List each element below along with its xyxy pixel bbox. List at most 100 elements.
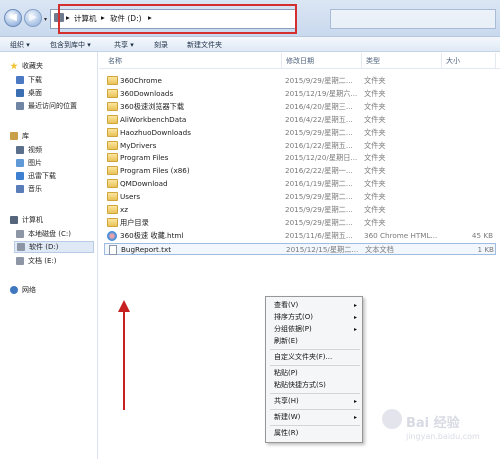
- file-name: 360Downloads: [120, 88, 174, 98]
- column-header-name[interactable]: 名称: [104, 53, 282, 69]
- desktop-icon: [16, 89, 24, 97]
- sidebar-item-favorites[interactable]: 收藏夹: [10, 60, 43, 72]
- folder-icon: [107, 217, 118, 227]
- menu-item-sort-by[interactable]: 排序方式(O) ▸: [267, 312, 361, 323]
- menu-item-label: 分组依据(P): [274, 325, 312, 333]
- menu-item-share-with[interactable]: 共享(H) ▸: [267, 396, 361, 407]
- submenu-arrow-icon: ▸: [353, 326, 357, 333]
- sidebar-item-downloads[interactable]: 下载: [16, 74, 42, 86]
- share-button[interactable]: 共享 ▾: [114, 40, 134, 50]
- column-header-type[interactable]: 类型: [362, 53, 442, 69]
- sidebar-item-drive-c[interactable]: 本地磁盘 (C:): [16, 228, 71, 240]
- sidebar-item-pictures[interactable]: 图片: [16, 157, 42, 169]
- sidebar-item-computer[interactable]: 计算机: [10, 214, 43, 226]
- folder-icon: [107, 76, 118, 85]
- new-folder-button[interactable]: 新建文件夹: [187, 40, 222, 50]
- table-row[interactable]: 360极速浏览器下载 2016/4/20/星期三... 文件夹: [104, 101, 496, 114]
- file-date: 2016/4/20/星期三...: [285, 101, 353, 111]
- file-name: MyDrivers: [120, 140, 157, 150]
- file-type: 文件夹: [364, 88, 386, 98]
- file-date: 2015/9/29/星期二...: [285, 127, 353, 137]
- table-row[interactable]: 360极速 收藏.html 2015/11/6/星期五... 360 Chrome …: [104, 230, 496, 243]
- table-row[interactable]: 360Chrome 2015/9/29/星期二... 文件夹: [104, 75, 496, 88]
- file-name: 用户目录: [120, 217, 149, 227]
- folder-icon: [107, 179, 118, 189]
- folder-icon: [107, 101, 118, 111]
- recent-places-icon: [16, 102, 24, 110]
- organize-button[interactable]: 组织 ▾: [10, 40, 30, 50]
- file-size: 45 KB: [471, 230, 493, 240]
- folder-icon: [107, 192, 118, 202]
- command-toolbar: 组织 ▾ 包含到库中 ▾ 共享 ▾ 刻录 新建文件夹: [0, 37, 500, 52]
- file-name: 360Chrome: [120, 76, 162, 85]
- back-arrow-icon[interactable]: ◀: [4, 9, 22, 27]
- submenu-arrow-icon: ▸: [353, 314, 357, 321]
- table-row[interactable]: 用户目录 2015/9/29/星期二... 文件夹: [104, 217, 496, 230]
- table-row[interactable]: AliWorkbenchData 2016/4/22/星期五... 文件夹: [104, 114, 496, 127]
- table-row[interactable]: Program Files 2015/12/20/星期日... 文件夹: [104, 152, 496, 165]
- drive-icon: [16, 257, 24, 265]
- forward-arrow-icon[interactable]: ▶: [24, 9, 42, 27]
- sidebar-item-music[interactable]: 音乐: [16, 183, 42, 195]
- picture-icon: [16, 159, 24, 167]
- table-row[interactable]: HaozhuoDownloads 2015/9/29/星期二... 文件夹: [104, 127, 496, 140]
- computer-icon: [10, 216, 18, 224]
- file-name: 360极速浏览器下载: [120, 101, 185, 111]
- menu-item-view[interactable]: 查看(V) ▸: [267, 300, 361, 311]
- file-date: 2015/12/19/星期六...: [285, 88, 358, 98]
- history-dropdown-icon[interactable]: ▾: [44, 16, 47, 23]
- column-header-size[interactable]: 大小: [442, 53, 496, 69]
- table-row[interactable]: BugReport.txt 2015/12/15/星期二... 文本文档 1 KB: [104, 242, 496, 256]
- menu-item-label: 排序方式(O): [274, 313, 313, 321]
- menu-item-label: 新建(W): [274, 413, 301, 421]
- sidebar-item-recent[interactable]: 最近访问的位置: [16, 100, 77, 112]
- sidebar-item-libraries[interactable]: 库: [10, 130, 29, 142]
- file-date: 2015/9/29/星期二...: [285, 76, 353, 85]
- sidebar-item-thunder[interactable]: 迅雷下载: [16, 170, 56, 182]
- table-row[interactable]: Program Files (x86) 2016/2/22/星期一... 文件夹: [104, 165, 496, 178]
- sidebar-item-drive-d[interactable]: 软件 (D:): [14, 241, 94, 253]
- search-input[interactable]: [330, 9, 496, 29]
- menu-item-refresh[interactable]: 刷新(E): [267, 336, 361, 347]
- menu-item-paste-shortcut[interactable]: 粘贴快捷方式(S): [267, 380, 361, 391]
- menu-item-properties[interactable]: 属性(R): [267, 428, 361, 439]
- library-icon: [10, 132, 18, 140]
- menu-item-paste[interactable]: 粘贴(P): [267, 368, 361, 379]
- folder-icon: [107, 205, 118, 214]
- column-header-date[interactable]: 修改日期: [282, 53, 362, 69]
- burn-button[interactable]: 刻录: [154, 40, 168, 50]
- file-name: Users: [120, 192, 141, 202]
- folder-icon: [107, 127, 118, 137]
- file-type: 文件夹: [364, 205, 386, 214]
- table-row[interactable]: QMDownload 2016/1/19/星期二... 文件夹: [104, 178, 496, 191]
- folder-icon: [107, 153, 118, 163]
- thunder-download-icon: [16, 172, 24, 180]
- table-row[interactable]: xz 2015/9/29/星期二... 文件夹: [104, 204, 496, 217]
- sidebar-item-label: 最近访问的位置: [28, 102, 77, 110]
- arrow-shaft: [123, 310, 125, 410]
- table-row[interactable]: MyDrivers 2016/1/22/星期五... 文件夹: [104, 140, 496, 153]
- file-name: BugReport.txt: [121, 244, 172, 254]
- sidebar-item-drive-e[interactable]: 文档 (E:): [16, 255, 56, 267]
- sidebar-item-desktop[interactable]: 桌面: [16, 87, 42, 99]
- include-library-button[interactable]: 包含到库中 ▾: [50, 40, 91, 50]
- menu-item-new[interactable]: 新建(W) ▸: [267, 412, 361, 423]
- file-date: 2016/4/22/星期五...: [285, 114, 353, 124]
- context-menu: 查看(V) ▸ 排序方式(O) ▸ 分组依据(P) ▸ 刷新(E) 自定义文件夹…: [265, 296, 363, 443]
- file-date: 2016/1/19/星期二...: [285, 179, 353, 189]
- file-type: 文件夹: [364, 114, 386, 124]
- menu-item-group-by[interactable]: 分组依据(P) ▸: [267, 324, 361, 335]
- file-date: 2016/2/22/星期一...: [285, 166, 353, 176]
- sidebar-item-videos[interactable]: 视频: [16, 144, 42, 156]
- sidebar-item-label: 迅雷下载: [28, 172, 56, 180]
- file-name: HaozhuoDownloads: [120, 127, 191, 137]
- table-row[interactable]: Users 2015/9/29/星期二... 文件夹: [104, 191, 496, 204]
- file-name: xz: [120, 205, 129, 214]
- menu-item-customize-folder[interactable]: 自定义文件夹(F)...: [267, 352, 361, 363]
- file-date: 2015/9/29/星期二...: [285, 217, 353, 227]
- sidebar-item-network[interactable]: 网络: [10, 284, 36, 296]
- sidebar-item-label: 桌面: [28, 89, 42, 97]
- table-row[interactable]: 360Downloads 2015/12/19/星期六... 文件夹: [104, 88, 496, 101]
- file-date: 2015/9/29/星期二...: [285, 205, 353, 214]
- file-type: 文件夹: [364, 217, 386, 227]
